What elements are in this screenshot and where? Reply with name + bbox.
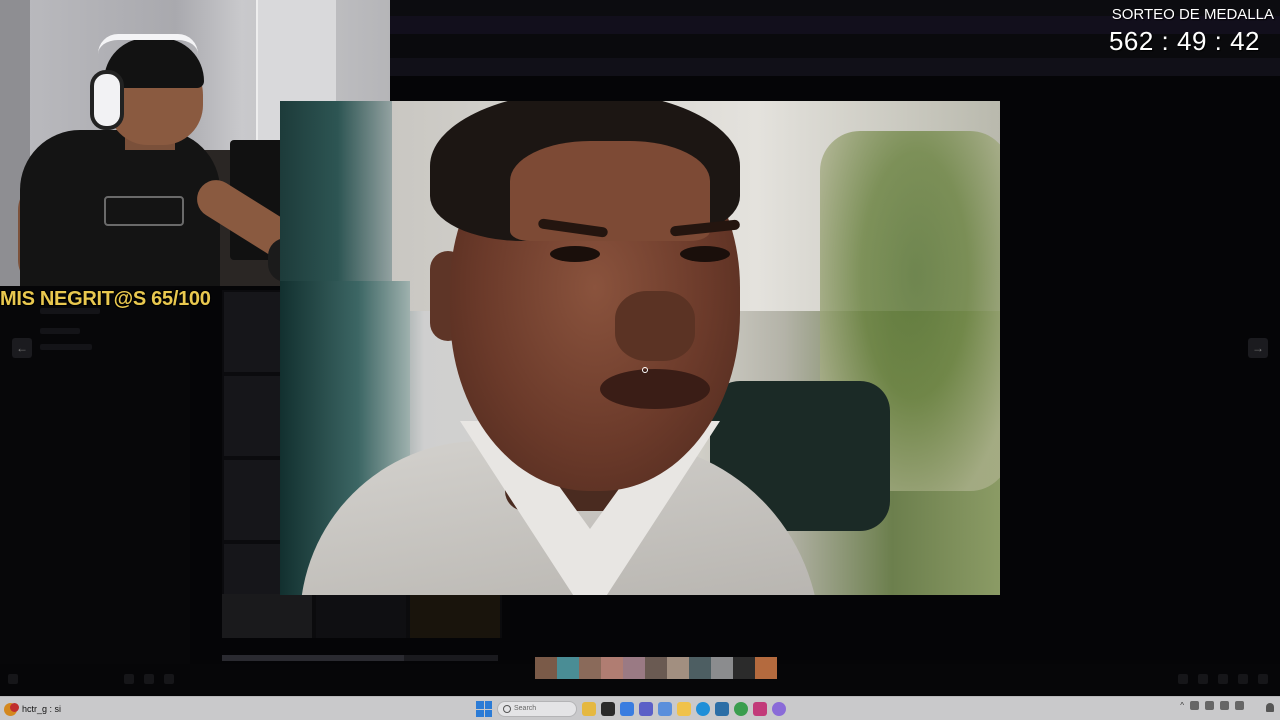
filmstrip-thumbnail[interactable]: [601, 657, 623, 679]
start-menu-icon[interactable]: [476, 701, 492, 717]
mouse-cursor-icon: [642, 367, 648, 373]
store-icon[interactable]: [658, 702, 672, 716]
app-bottom-icon: [1238, 674, 1248, 684]
previous-image-button[interactable]: ←: [12, 338, 32, 358]
app-bottom-icon: [144, 674, 154, 684]
app-media-tile: [222, 594, 312, 638]
photo-eye: [680, 246, 730, 262]
filmstrip-thumbnail[interactable]: [755, 657, 777, 679]
app-bottom-icon: [1258, 674, 1268, 684]
app-bottom-icon: [164, 674, 174, 684]
taskbar-widget[interactable]: hctr_g : si: [4, 701, 61, 717]
file-explorer-icon[interactable]: [582, 702, 596, 716]
photo-nose: [615, 291, 695, 361]
app-sidebar-line: [40, 328, 80, 334]
app-bottom-icon: [1178, 674, 1188, 684]
viewer-photo[interactable]: [280, 101, 1000, 595]
app-thumbnail: [224, 292, 280, 372]
app-thumbnail: [224, 460, 280, 540]
volume-icon[interactable]: [1220, 701, 1229, 710]
widget-label: hctr_g : si: [22, 704, 62, 714]
folder-icon[interactable]: [677, 702, 691, 716]
network-icon[interactable]: [1235, 701, 1244, 710]
filmstrip-thumbnail[interactable]: [557, 657, 579, 679]
filmstrip-thumbnail[interactable]: [645, 657, 667, 679]
notification-dot-icon: [10, 702, 19, 712]
filmstrip-thumbnail[interactable]: [733, 657, 755, 679]
headphone-earcup: [90, 70, 124, 130]
app-bottom-icon: [124, 674, 134, 684]
app-thumbnail: [224, 376, 280, 456]
paint-icon[interactable]: [753, 702, 767, 716]
app-bottom-icon: [1218, 674, 1228, 684]
thumbnail-filmstrip[interactable]: [535, 657, 777, 679]
headphones-icon: [98, 34, 198, 54]
edge-icon[interactable]: [696, 702, 710, 716]
webcam-shirt-logo: [104, 196, 184, 226]
app-subheader: [390, 58, 1280, 76]
taskbar-search-input[interactable]: Search: [497, 701, 577, 717]
app-sidebar-line: [40, 344, 92, 350]
filmstrip-thumbnail[interactable]: [535, 657, 557, 679]
app-media-tile: [410, 594, 500, 638]
chrome-icon[interactable]: [734, 702, 748, 716]
filmstrip-thumbnail[interactable]: [579, 657, 601, 679]
taskbar-apps: Search: [476, 699, 786, 719]
giveaway-countdown: 562 : 49 : 42: [1108, 26, 1260, 56]
windows-taskbar: hctr_g : si Search ^: [0, 696, 1280, 720]
taskbar-clock[interactable]: [1260, 700, 1262, 716]
system-tray: ^: [1180, 701, 1244, 710]
app-bottom-icon: [1198, 674, 1208, 684]
app-bottom-icon: [8, 674, 18, 684]
notification-bell-icon[interactable]: [1266, 703, 1274, 712]
photos-icon[interactable]: [620, 702, 634, 716]
microphone-icon[interactable]: [1190, 701, 1199, 710]
calculator-icon[interactable]: [715, 702, 729, 716]
app-media-tile: [316, 594, 406, 638]
app-media-row: [222, 594, 502, 638]
photo-eye: [550, 246, 600, 262]
tray-overflow-icon[interactable]: ^: [1180, 701, 1184, 710]
filmstrip-thumbnail[interactable]: [623, 657, 645, 679]
filmstrip-thumbnail[interactable]: [711, 657, 733, 679]
next-image-button[interactable]: →: [1248, 338, 1268, 358]
filmstrip-thumbnail[interactable]: [667, 657, 689, 679]
display-icon[interactable]: [1205, 701, 1214, 710]
discord-icon[interactable]: [772, 702, 786, 716]
rating-overlay-text: MIS NEGRIT@S 65/100: [0, 288, 211, 310]
teams-icon[interactable]: [639, 702, 653, 716]
filmstrip-thumbnail[interactable]: [689, 657, 711, 679]
terminal-icon[interactable]: [601, 702, 615, 716]
photo-lips: [600, 369, 710, 409]
giveaway-title: SORTEO DE MEDALLA: [1111, 6, 1274, 23]
app-progress-bar: [222, 655, 498, 661]
